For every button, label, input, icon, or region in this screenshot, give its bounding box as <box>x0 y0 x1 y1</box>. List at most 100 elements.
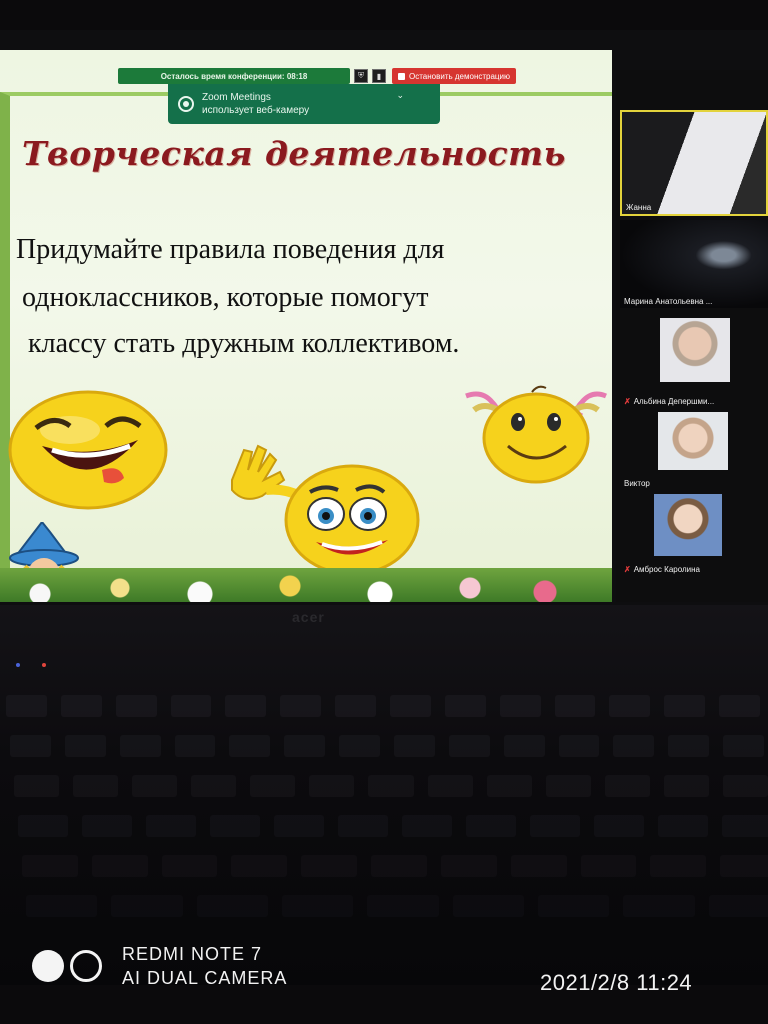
keyboard-key <box>111 895 183 917</box>
laptop-screen: Творческая деятельность Придумайте прави… <box>0 30 768 605</box>
keyboard-key <box>368 775 414 797</box>
participant-name: Жанна <box>626 203 652 212</box>
slide-text-line: Придумайте правила поведения для <box>16 234 445 265</box>
keyboard-key <box>609 695 651 717</box>
led-indicator <box>16 663 20 667</box>
keyboard-key <box>274 815 324 837</box>
keyboard-key <box>545 775 591 797</box>
keyboard-key <box>371 855 427 877</box>
keyboard-key <box>663 775 709 797</box>
keyboard-key <box>229 735 271 757</box>
keyboard-key <box>510 855 567 877</box>
waving-smiley-icon <box>231 444 420 576</box>
keyboard <box>0 695 768 965</box>
brand-logo: acer <box>292 609 325 625</box>
girl-smiley-icon <box>465 385 607 484</box>
chevron-down-icon[interactable]: ⌄ <box>396 90 404 101</box>
led-indicator <box>42 663 46 667</box>
keyboard-row <box>0 855 768 883</box>
keyboard-key <box>82 815 132 837</box>
keyboard-key <box>146 815 196 837</box>
keyboard-key <box>250 775 296 797</box>
keyboard-key <box>466 815 516 837</box>
keyboard-key <box>720 855 768 877</box>
keyboard-key <box>394 735 435 757</box>
keyboard-row <box>0 775 768 803</box>
keyboard-key <box>161 855 218 877</box>
keyboard-key <box>486 775 532 797</box>
status-leds <box>16 663 46 667</box>
keyboard-key <box>91 855 148 877</box>
keyboard-key <box>225 695 267 717</box>
slide-title: Творческая деятельность <box>22 134 566 173</box>
participant-name: Виктор <box>624 479 650 488</box>
keyboard-key <box>668 735 710 757</box>
participant-video <box>622 112 766 214</box>
laptop-body: acer <box>0 605 768 985</box>
stop-share-button[interactable]: Остановить демонстрацию <box>392 68 516 84</box>
keyboard-key <box>623 895 695 917</box>
dual-camera-icon <box>32 950 102 982</box>
keyboard-key <box>335 695 376 717</box>
keyboard-key <box>73 775 119 797</box>
keyboard-key <box>503 735 545 757</box>
keyboard-key <box>499 695 541 717</box>
keyboard-key <box>722 775 768 797</box>
camera-label: AI DUAL CAMERA <box>122 968 288 988</box>
keyboard-row <box>0 735 768 763</box>
participant-tile[interactable]: Марина Анатольевна ... <box>620 220 768 308</box>
participant-name: Альбина Депершми... <box>633 397 715 406</box>
flower-border <box>0 568 612 602</box>
pause-icon[interactable]: ▮ <box>372 69 386 83</box>
participant-video <box>620 220 768 308</box>
muted-mic-icon: ✗ <box>624 397 631 406</box>
participant-camera-feed <box>654 494 722 556</box>
keyboard-key <box>284 735 326 757</box>
keyboard-key <box>722 815 768 837</box>
keyboard-key <box>708 895 768 917</box>
keyboard-key <box>613 735 655 757</box>
keyboard-key <box>301 855 358 877</box>
keyboard-row <box>0 695 768 723</box>
keyboard-key <box>60 695 102 717</box>
keyboard-key <box>580 855 637 877</box>
keyboard-key <box>723 735 764 757</box>
keyboard-key <box>10 735 51 757</box>
keyboard-key <box>196 895 268 917</box>
stop-share-label: Остановить демонстрацию <box>409 71 510 81</box>
keyboard-key <box>280 695 322 717</box>
keyboard-key <box>14 775 60 797</box>
keyboard-key <box>530 815 580 837</box>
participant-tile[interactable]: ✗ Альбина Депершми... <box>620 314 768 408</box>
keyboard-key <box>309 775 355 797</box>
photo-timestamp: 2021/2/8 11:24 <box>540 970 693 995</box>
keyboard-key <box>719 695 760 717</box>
participant-tile[interactable]: Виктор <box>620 410 768 490</box>
webcam-icon <box>178 96 194 112</box>
keyboard-key <box>119 735 161 757</box>
keyboard-key <box>231 855 288 877</box>
slide-text-line: классу стать дружным коллективом. <box>28 328 460 359</box>
keyboard-row <box>0 815 768 843</box>
keyboard-key <box>64 735 106 757</box>
participant-camera-feed <box>660 318 730 382</box>
shield-icon[interactable]: ⛨ <box>354 69 368 83</box>
keyboard-key <box>604 775 650 797</box>
keyboard-key <box>427 775 473 797</box>
keyboard-key <box>282 895 354 917</box>
keyboard-key <box>170 695 212 717</box>
participant-tile[interactable]: ✗ Амброс Каролина <box>620 490 768 576</box>
keyboard-key <box>650 855 707 877</box>
keyboard-key <box>402 815 452 837</box>
keyboard-key <box>6 695 47 717</box>
slide-text-line: одноклассников, которые помогут <box>22 282 429 313</box>
participant-tile[interactable]: Жанна <box>620 110 768 216</box>
keyboard-key <box>554 695 596 717</box>
participant-name: Марина Анатольевна ... <box>624 297 713 306</box>
keyboard-key <box>132 775 178 797</box>
presentation-slide: Творческая деятельность Придумайте прави… <box>0 50 612 602</box>
keyboard-key <box>664 695 706 717</box>
participant-camera-feed <box>658 412 728 470</box>
webcam-notification[interactable]: Zoom Meetings использует веб-камеру ⌄ <box>168 84 440 124</box>
keyboard-key <box>18 815 68 837</box>
